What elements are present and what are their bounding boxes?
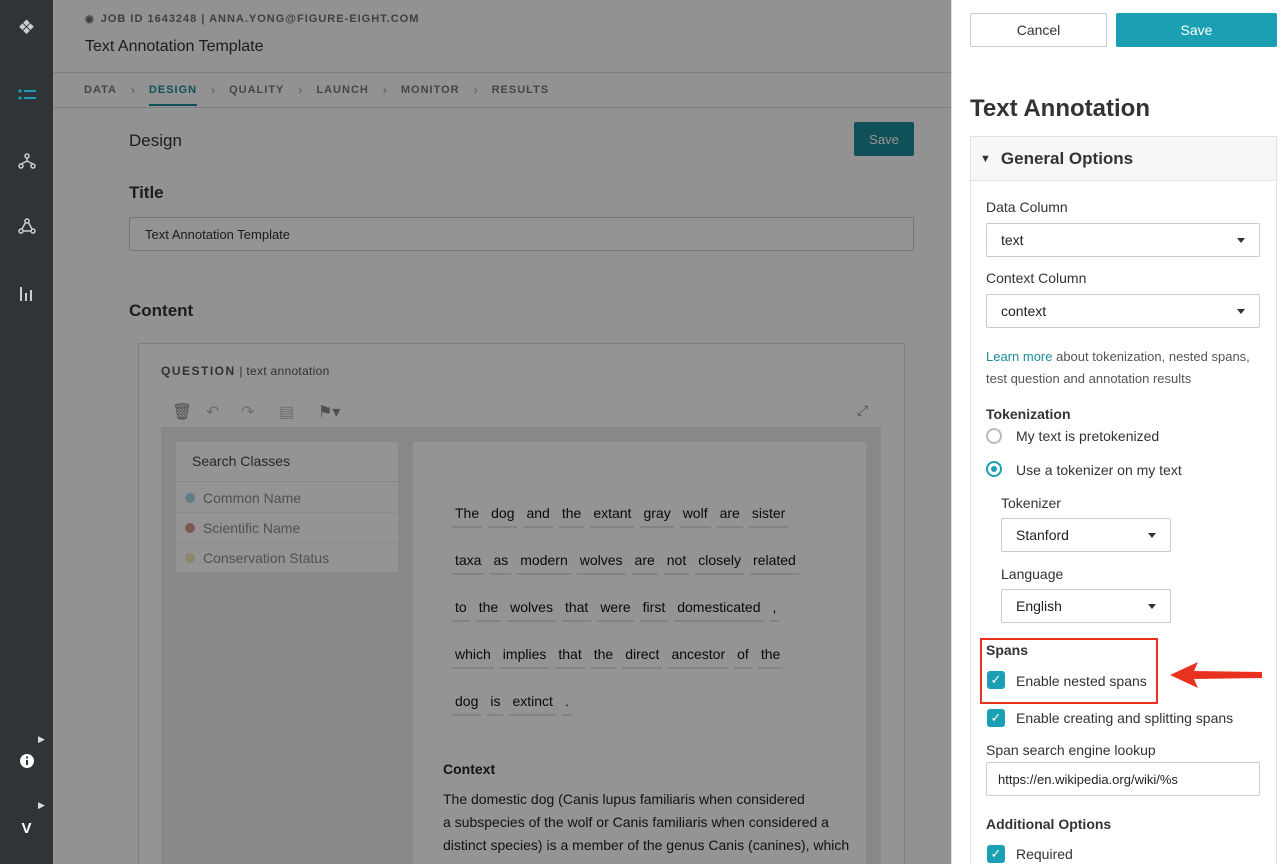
language-select[interactable]: English: [1001, 589, 1171, 623]
language-value: English: [1016, 598, 1062, 614]
span-lookup-input[interactable]: https://en.wikipedia.org/wiki/%s: [986, 762, 1260, 796]
span-lookup-label: Span search engine lookup: [986, 742, 1156, 758]
tokenization-label: Tokenization: [986, 406, 1071, 422]
workflow-icon[interactable]: [0, 148, 53, 174]
caret-down-icon: [1148, 604, 1156, 609]
tokenizer-select[interactable]: Stanford: [1001, 518, 1171, 552]
list-icon[interactable]: [0, 82, 53, 108]
learn-more-link[interactable]: Learn more: [986, 349, 1052, 364]
creating-splitting-label: Enable creating and splitting spans: [1016, 710, 1234, 726]
network-icon[interactable]: [0, 213, 53, 239]
red-arrow-icon: [1170, 662, 1262, 688]
radio-tokenizer-label: Use a tokenizer on my text: [1016, 462, 1182, 478]
radio-pretokenized[interactable]: [986, 428, 1002, 444]
required-checkbox[interactable]: ✓: [987, 845, 1005, 863]
section-title: General Options: [1000, 148, 1134, 168]
panel-title: Text Annotation: [970, 95, 1150, 122]
logo-icon[interactable]: ❖: [0, 14, 53, 40]
left-nav: ❖ ▶ ▶ V: [0, 0, 53, 864]
general-options-header[interactable]: ▼ General Options: [971, 137, 1276, 181]
data-column-label: Data Column: [986, 199, 1068, 215]
cancel-button[interactable]: Cancel: [970, 13, 1107, 47]
expand-arrow-icon[interactable]: ▶: [38, 800, 45, 811]
data-column-select[interactable]: text: [986, 223, 1260, 257]
caret-down-icon: [1237, 309, 1245, 314]
required-label: Required: [1016, 846, 1073, 862]
highlight-box: [980, 638, 1158, 704]
info-icon[interactable]: [0, 750, 53, 772]
tokenizer-label: Tokenizer: [1001, 495, 1061, 511]
radio-tokenizer[interactable]: [986, 461, 1002, 477]
radio-pretokenized-label: My text is pretokenized: [1016, 428, 1160, 444]
context-column-value: context: [1001, 303, 1047, 319]
learn-more-text: Learn more about tokenization, nested sp…: [986, 346, 1258, 390]
save-button[interactable]: Save: [1116, 13, 1277, 47]
creating-splitting-checkbox[interactable]: ✓: [987, 709, 1005, 727]
expand-arrow-icon[interactable]: ▶: [38, 734, 45, 745]
context-column-label: Context Column: [986, 270, 1087, 286]
caret-down-icon: [1237, 238, 1245, 243]
language-label: Language: [1001, 566, 1064, 582]
additional-options-label: Additional Options: [986, 816, 1112, 832]
data-column-value: text: [1001, 232, 1024, 248]
caret-down-icon: ▼: [980, 152, 991, 165]
chart-icon[interactable]: [0, 280, 53, 306]
caret-down-icon: [1148, 533, 1156, 538]
modal-overlay: [53, 0, 951, 864]
context-column-select[interactable]: context: [986, 294, 1260, 328]
tokenizer-value: Stanford: [1016, 527, 1069, 543]
user-avatar[interactable]: V: [0, 816, 53, 840]
